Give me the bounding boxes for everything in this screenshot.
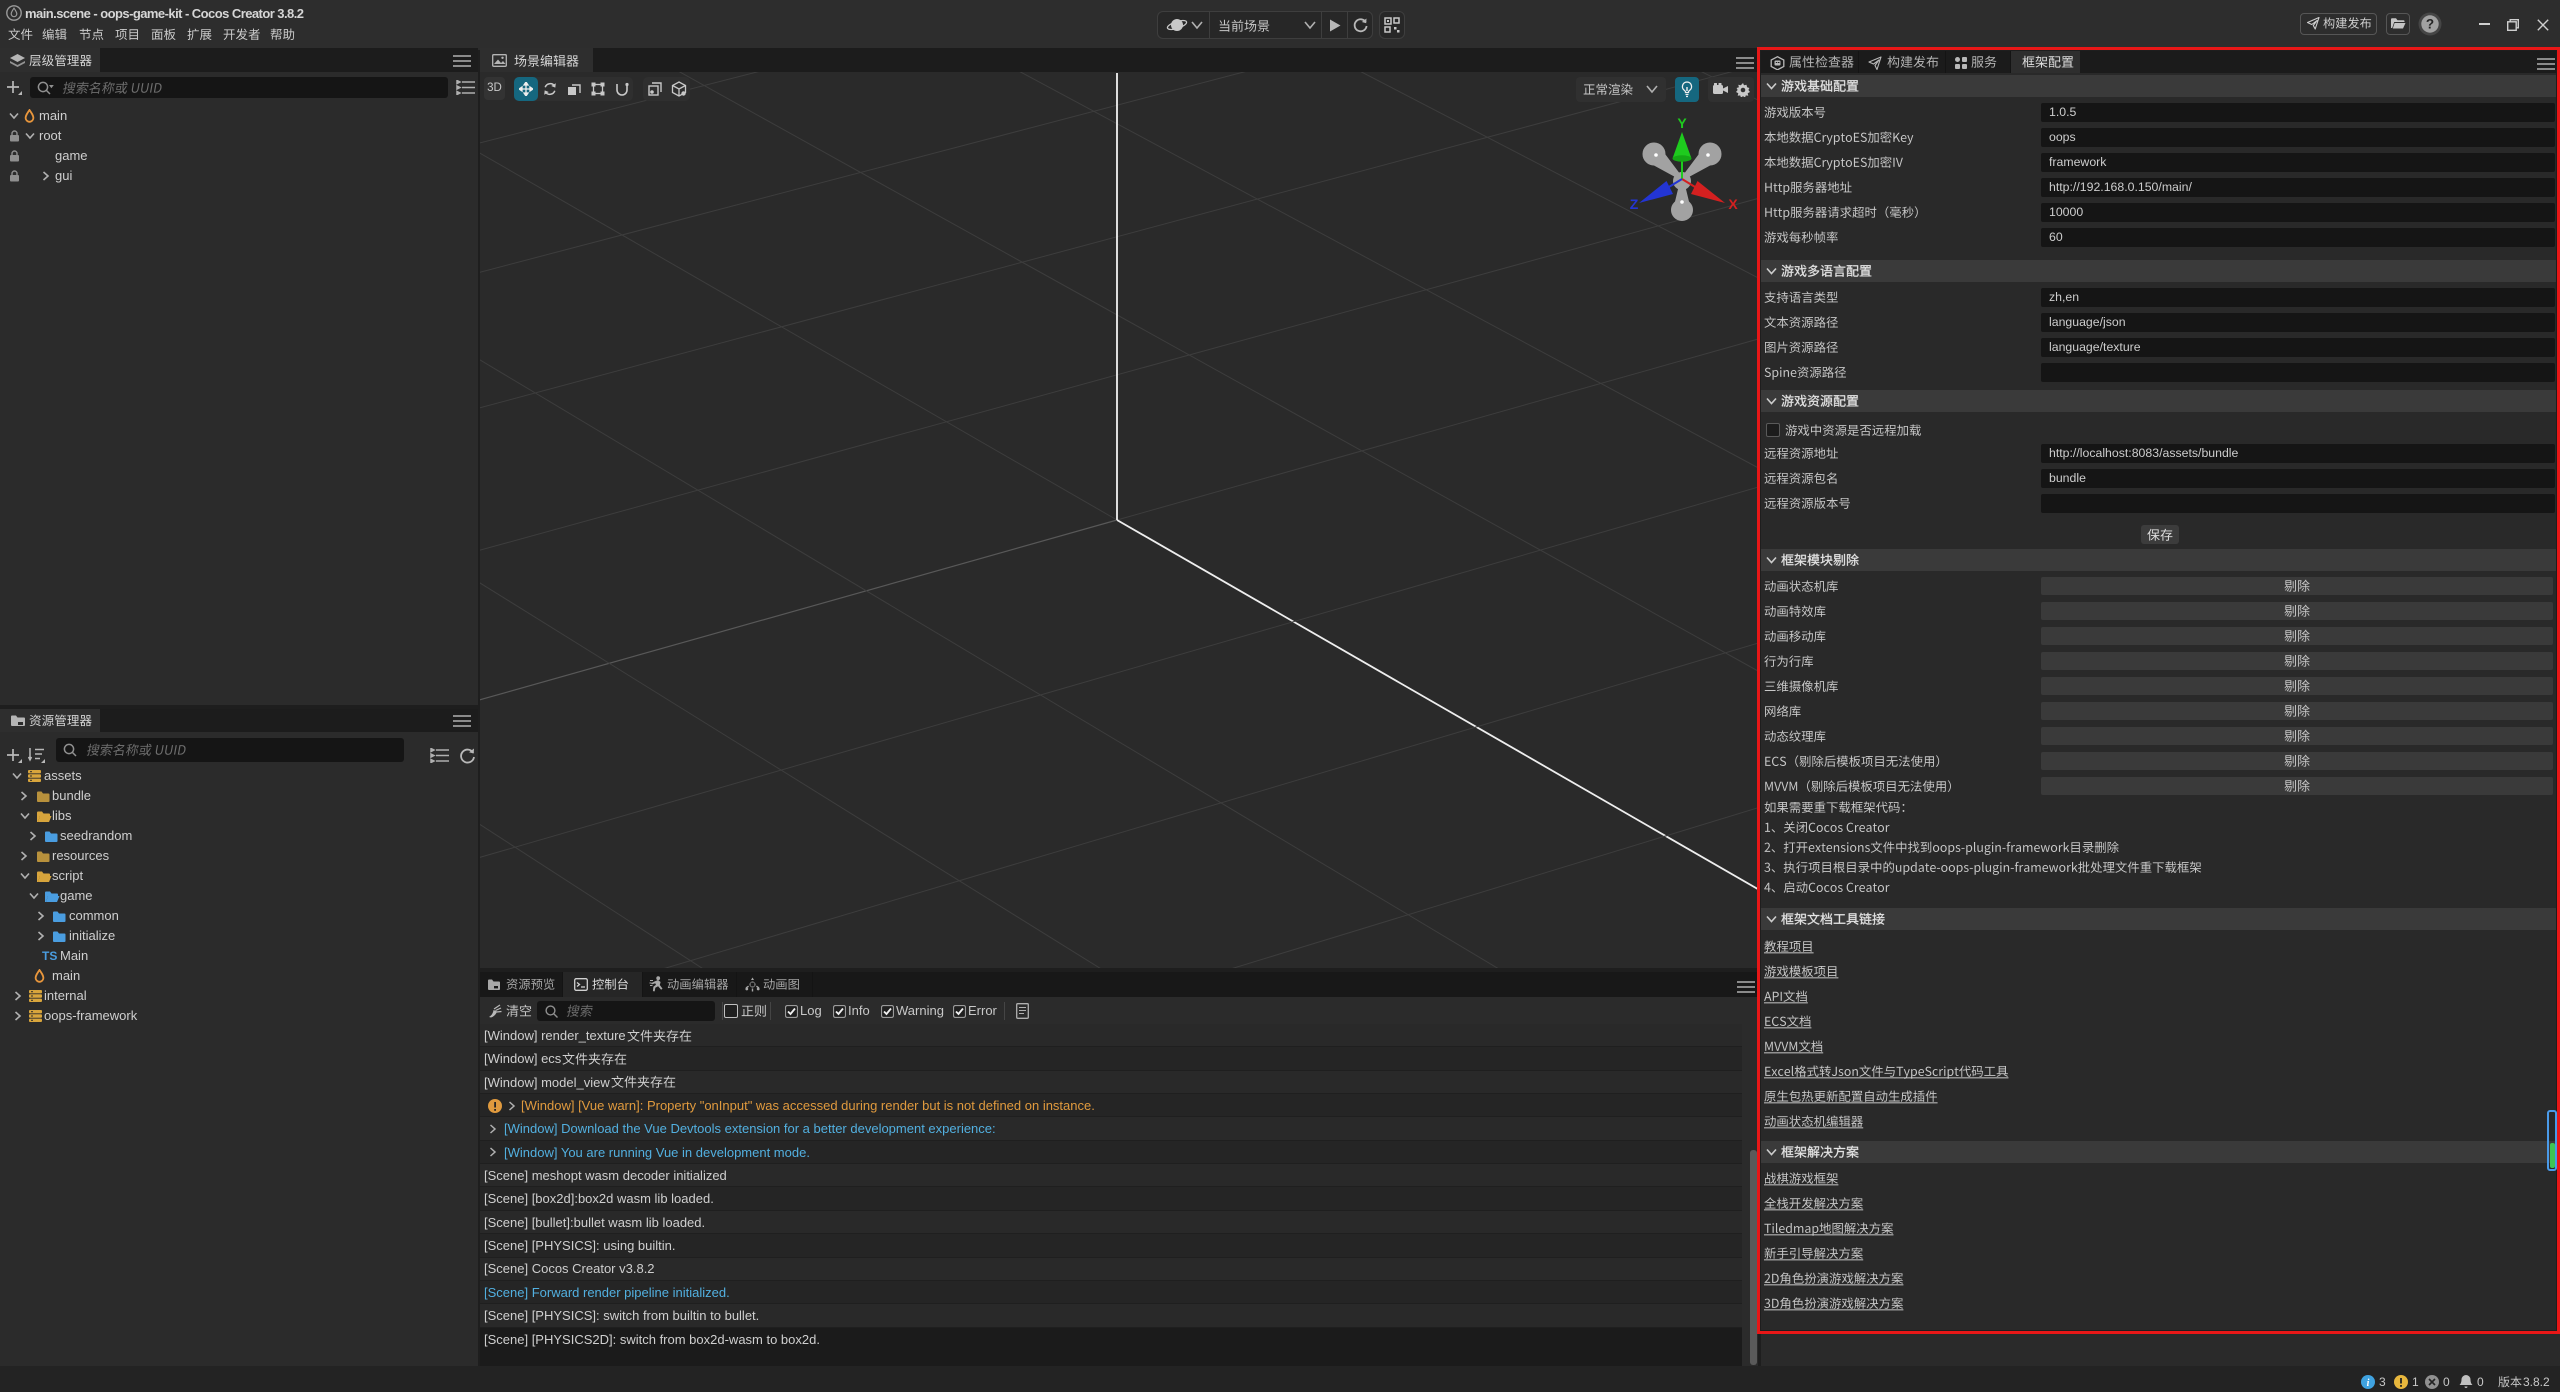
svg-text:Y: Y bbox=[1677, 115, 1687, 131]
svg-text:?: ? bbox=[2426, 17, 2434, 32]
svg-text:X: X bbox=[1728, 196, 1738, 212]
svg-text:Z: Z bbox=[1630, 196, 1639, 212]
svg-text:i: i bbox=[2367, 1378, 2370, 1389]
